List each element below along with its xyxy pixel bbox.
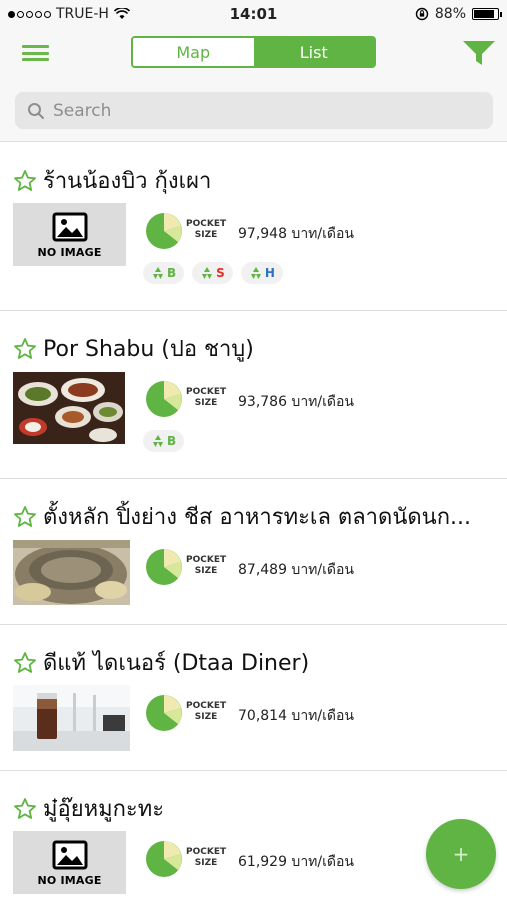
search-box[interactable] [15,92,493,129]
search-input[interactable] [53,100,453,121]
recycle-icon [250,267,261,279]
add-button[interactable]: + [426,819,496,889]
recycle-icon [202,267,213,279]
price-per-month: 93,786 บาท/เดือน [238,394,354,410]
restaurant-thumbnail [13,372,125,444]
restaurant-thumbnail: NO IMAGE [13,831,126,894]
tag-list: B [143,430,185,452]
battery-percent: 88% [434,6,466,22]
segment-map[interactable]: Map [133,38,254,66]
list-item[interactable]: ร้านน้องบิว กุ้งเผา NO IMAGE POCKET SIZE … [0,143,507,311]
segment-list[interactable]: List [253,38,374,66]
restaurant-name: ตั้งหลัก ปิ้งย่าง ชีส อาหารทะเล ตลาดนัดน… [43,505,471,530]
restaurant-thumbnail [13,685,130,751]
list-item[interactable]: ดีแท้ ไดเนอร์ (Dtaa Diner) POCKETSIZE 7 [0,625,507,771]
no-image-label: NO IMAGE [37,873,102,887]
pocket-size-pie-icon [146,213,182,249]
tag-chip: B [143,430,185,452]
list-item[interactable]: ตั้งหลัก ปิ้งย่าง ชีส อาหารทะเล ตลาดนัดน… [0,479,507,625]
pocket-size-label: POCKET SIZE [186,219,227,240]
favorite-star-icon[interactable] [13,797,37,821]
pocket-size-pie-icon [146,549,182,585]
recycle-icon [153,435,163,447]
restaurant-name: ร้านน้องบิว กุ้งเผา [43,169,212,194]
item-title-row: มู๋อุ๊ยหมูกะทะ [13,791,164,826]
list-item[interactable]: Por Shabu (ปอ ชาบู) POCKET SIZE 93,786 บ… [0,311,507,479]
pocket-size-label: POCKET SIZE [186,847,227,868]
no-image-icon [52,840,87,869]
pocket-size-label: POCKET SIZE [186,387,227,408]
restaurant-name: ดีแท้ ไดเนอร์ (Dtaa Diner) [43,651,310,676]
no-image-label: NO IMAGE [37,245,102,259]
tag-list: B S H [143,262,283,284]
rotation-lock-icon [415,7,429,21]
restaurant-list: ร้านน้องบิว กุ้งเผา NO IMAGE POCKET SIZE … [0,143,507,900]
restaurant-thumbnail: NO IMAGE [13,203,126,266]
filter-icon[interactable] [461,38,497,68]
no-image-icon [52,212,87,241]
status-right: 88% [415,6,502,22]
battery-icon [472,8,502,20]
item-title-row: Por Shabu (ปอ ชาบู) [13,331,254,366]
favorite-star-icon[interactable] [13,337,37,361]
view-segmented-control: Map List [131,36,376,68]
price-per-month: 61,929 บาท/เดือน [238,854,354,870]
nav-bar: Map List [0,30,507,82]
hamburger-menu-icon[interactable] [22,42,49,64]
item-title-row: ตั้งหลัก ปิ้งย่าง ชีส อาหารทะเล ตลาดนัดน… [13,499,471,534]
restaurant-thumbnail [13,540,130,605]
pocket-size-pie-icon [146,381,182,417]
pocket-size-pie-icon [146,841,182,877]
food-photo [13,372,125,444]
tag-chip: B [143,262,185,284]
pocket-size-pie-icon [146,695,182,731]
restaurant-name: Por Shabu (ปอ ชาบู) [43,337,254,362]
price-per-month: 70,814 บาท/เดือน [238,708,354,724]
pocket-size-label: POCKET SIZE [186,555,227,576]
recycle-icon [153,267,163,279]
status-bar: TRUE-H 14:01 88% [0,0,507,30]
restaurant-name: มู๋อุ๊ยหมูกะทะ [43,797,165,822]
item-title-row: ร้านน้องบิว กุ้งเผา [13,163,211,198]
pocket-size-label: POCKET SIZE [186,701,227,722]
favorite-star-icon[interactable] [13,505,37,529]
grill-photo [13,540,130,605]
price-per-month: 97,948 บาท/เดือน [238,226,354,242]
cafe-photo [13,685,130,751]
search-icon [28,102,44,119]
tag-chip: S [192,262,233,284]
search-area [0,82,507,142]
item-title-row: ดีแท้ ไดเนอร์ (Dtaa Diner) [13,645,309,680]
favorite-star-icon[interactable] [13,169,37,193]
favorite-star-icon[interactable] [13,651,37,675]
price-per-month: 87,489 บาท/เดือน [238,562,354,578]
tag-chip: H [240,262,283,284]
